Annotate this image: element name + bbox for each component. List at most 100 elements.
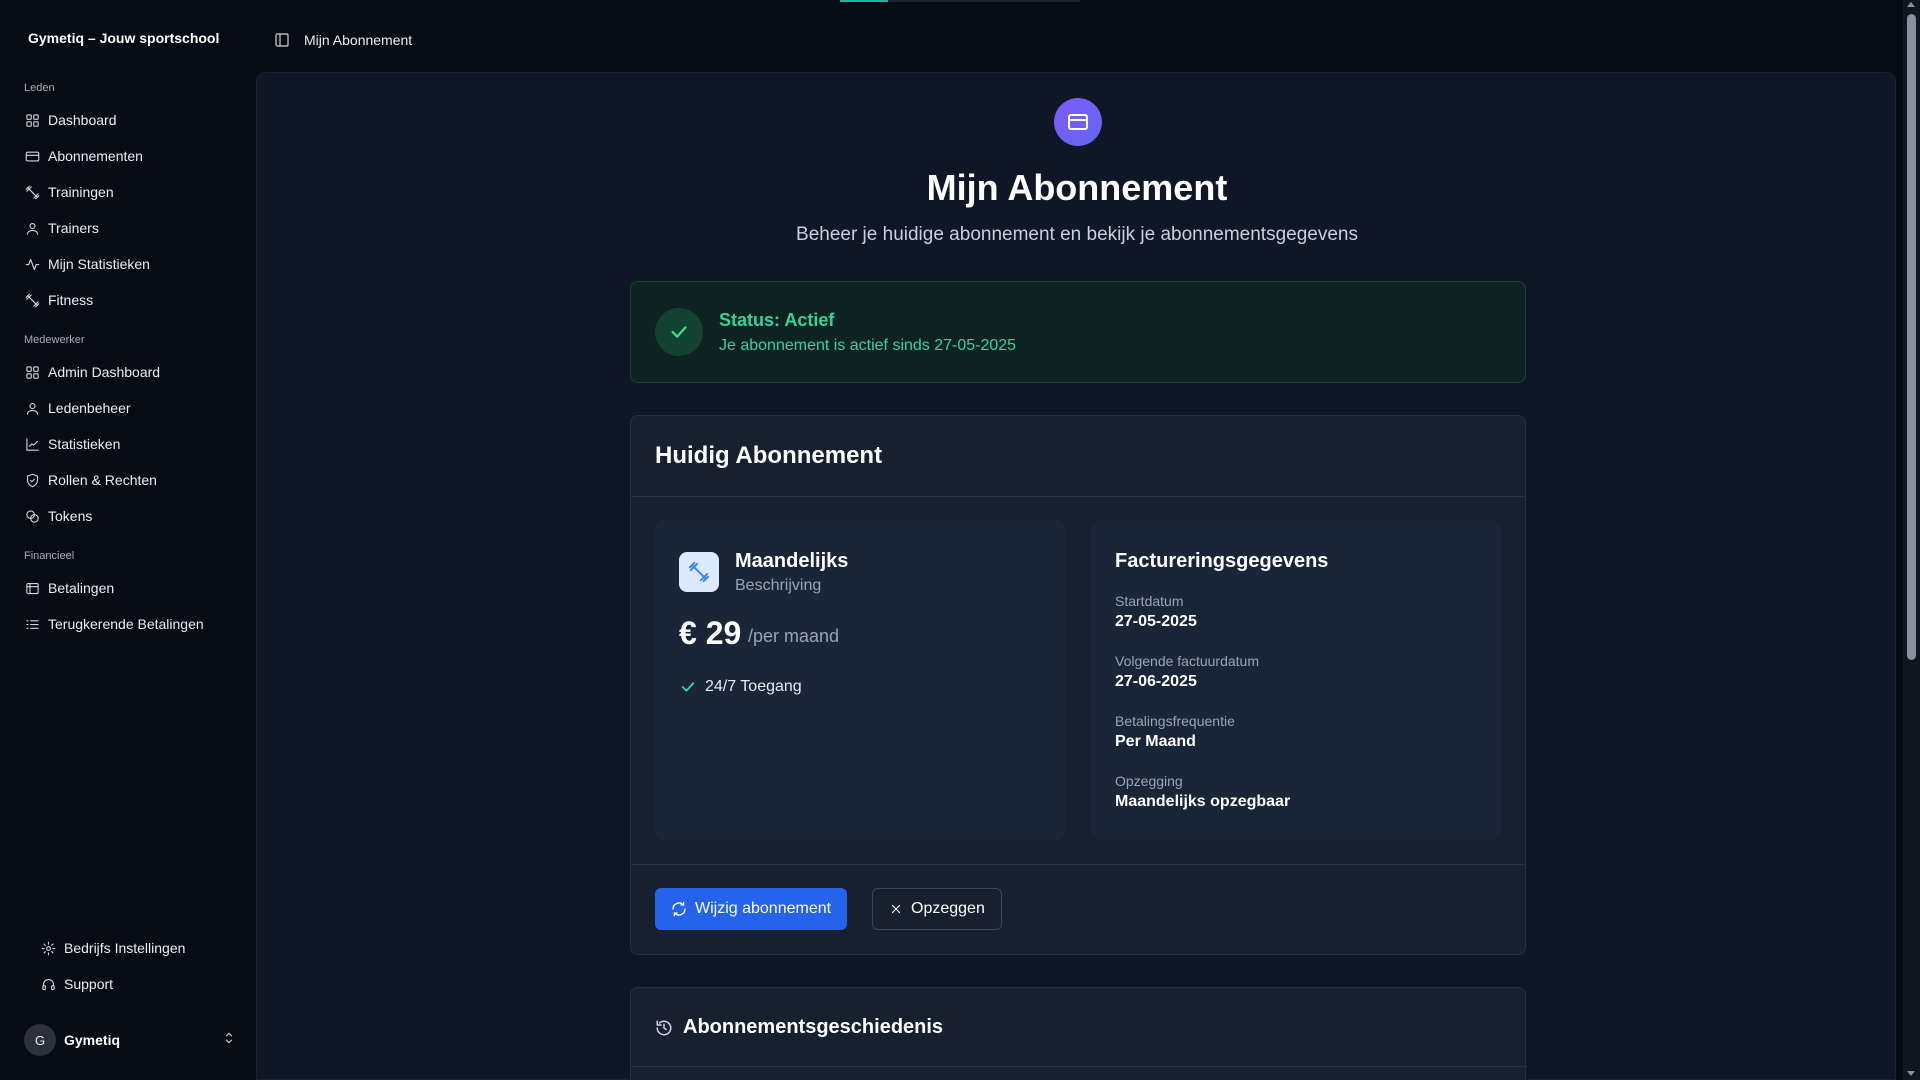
cancel-subscription-button[interactable]: Opzeggen — [872, 888, 1002, 930]
sidebar-item-mijn-statistieken[interactable]: Mijn Statistieken — [16, 248, 244, 280]
sidebar-item-terugkerende-betalingen[interactable]: Terugkerende Betalingen — [16, 608, 244, 640]
billing-box: Factureringsgegevens Startdatum 27-05-20… — [1091, 520, 1501, 840]
sidebar-item-betalingen[interactable]: Betalingen — [16, 572, 244, 604]
history-icon — [656, 1020, 672, 1035]
sidebar-item-ledenbeheer[interactable]: Ledenbeheer — [16, 392, 244, 424]
status-text: Je abonnement is actief sinds 27-05-2025 — [719, 337, 1017, 354]
billing-label-betalingsfrequentie: Betalingsfrequentie — [1115, 713, 1235, 729]
divider — [631, 1066, 1527, 1067]
activity-icon — [24, 256, 40, 272]
scrollbar[interactable] — [1903, 0, 1920, 1080]
plan-description: Beschrijving — [735, 577, 822, 594]
feature-label: 24/7 Toegang — [705, 678, 802, 695]
page-loading-indicator-fill — [840, 0, 888, 2]
sidebar-item-label: Terugkerende Betalingen — [48, 616, 204, 632]
credit-card-icon — [1054, 98, 1102, 146]
page-title: Mijn Abonnement — [926, 167, 1228, 208]
sidebar-item-label: Abonnementen — [48, 148, 143, 164]
plan-name: Maandelijks — [735, 550, 849, 572]
plan-period: /per maand — [748, 626, 840, 646]
sidebar-item-label: Ledenbeheer — [48, 400, 131, 416]
refresh-icon — [672, 901, 686, 917]
shield-icon — [24, 472, 40, 488]
credit-card-icon — [24, 148, 40, 164]
divider — [631, 864, 1525, 865]
avatar: G — [24, 1024, 56, 1056]
grid-icon — [24, 112, 40, 128]
divider — [631, 496, 1525, 497]
sidebar-item-statistieken[interactable]: Statistieken — [16, 428, 244, 460]
user-icon — [24, 220, 40, 236]
sidebar-item-label: Trainers — [48, 220, 99, 236]
breadcrumb: Mijn Abonnement — [304, 32, 413, 48]
sidebar-item-label: Bedrijfs Instellingen — [64, 940, 186, 956]
panel-left-icon — [275, 33, 289, 47]
user-name: Gymetiq — [64, 1032, 121, 1048]
page-subtitle: Beheer je huidige abonnement en bekijk j… — [796, 224, 1358, 245]
card-title: Huidig Abonnement — [655, 442, 883, 469]
brand-title: Gymetiq – Jouw sportschool — [28, 30, 220, 46]
sidebar-group-medewerker: Medewerker — [24, 334, 85, 346]
sidebar-item-label: Trainingen — [48, 184, 114, 200]
scroll-down-icon[interactable] — [1907, 1071, 1915, 1076]
user-icon — [24, 400, 40, 416]
sidebar-group-financieel: Financieel — [24, 550, 75, 562]
sidebar-item-label: Tokens — [48, 508, 93, 524]
check-circle-icon — [655, 308, 703, 356]
sidebar-item-label: Statistieken — [48, 436, 121, 452]
page-loading-indicator — [840, 0, 1080, 2]
sidebar-item-admin-dashboard[interactable]: Admin Dashboard — [16, 356, 244, 388]
billing-label-opzegging: Opzegging — [1115, 773, 1183, 789]
sidebar-item-dashboard[interactable]: Dashboard — [16, 104, 244, 136]
sidebar-item-trainingen[interactable]: Trainingen — [16, 176, 244, 208]
billing-value-startdatum: 27-05-2025 — [1115, 613, 1197, 630]
sidebar-item-label: Dashboard — [48, 112, 117, 128]
change-subscription-button[interactable]: Wijzig abonnement — [655, 888, 848, 930]
sidebar-item-bedrijfs-instellingen[interactable]: Bedrijfs Instellingen — [32, 932, 244, 964]
billing-value-betalingsfrequentie: Per Maand — [1115, 733, 1196, 750]
header: Mijn Abonnement — [256, 22, 412, 58]
sidebar: Gymetiq – Jouw sportschool Leden Dashboa… — [0, 0, 256, 1080]
sidebar-item-label: Admin Dashboard — [48, 364, 161, 380]
wallet-icon — [24, 580, 40, 596]
dumbbell-icon — [24, 292, 40, 308]
user-menu[interactable]: G Gymetiq — [24, 1024, 236, 1056]
billing-label-volgende-factuurdatum: Volgende factuurdatum — [1115, 653, 1259, 669]
history-header: Abonnementsgeschiedenis — [655, 1016, 943, 1039]
gear-icon — [40, 940, 56, 956]
chart-icon — [24, 436, 40, 452]
billing-title: Factureringsgegevens — [1115, 550, 1329, 572]
sidebar-item-rollen-rechten[interactable]: Rollen & Rechten — [16, 464, 244, 496]
change-subscription-label: Wijzig abonnement — [695, 900, 832, 917]
sidebar-item-label: Mijn Statistieken — [48, 256, 150, 272]
sidebar-group-leden: Leden — [24, 82, 55, 94]
history-title: Abonnementsgeschiedenis — [683, 1016, 944, 1038]
check-icon — [681, 682, 695, 692]
sidebar-item-label: Betalingen — [48, 580, 115, 596]
sidebar-item-label: Support — [64, 976, 114, 992]
scroll-up-icon[interactable] — [1907, 2, 1915, 7]
scrollbar-thumb[interactable] — [1907, 14, 1916, 660]
sidebar-item-trainers[interactable]: Trainers — [16, 212, 244, 244]
sidebar-item-label: Fitness — [48, 292, 94, 308]
dumbbell-icon — [24, 184, 40, 200]
subscription-history-card: Abonnementsgeschiedenis — [630, 987, 1527, 1079]
billing-value-opzegging: Maandelijks opzegbaar — [1115, 793, 1291, 810]
cancel-subscription-label: Opzeggen — [911, 900, 985, 917]
billing-value-volgende-factuurdatum: 27-06-2025 — [1115, 673, 1197, 690]
dumbbell-icon — [679, 552, 719, 592]
sidebar-item-support[interactable]: Support — [32, 968, 244, 1000]
sidebar-toggle-button[interactable] — [268, 26, 296, 54]
list-icon — [24, 616, 40, 632]
plan-box: Maandelijks Beschrijving € 29 /per maand… — [655, 520, 1065, 840]
chevron-up-down-icon — [222, 1031, 236, 1050]
main-content: Mijn Abonnement Beheer je huidige abonne… — [256, 72, 1896, 1080]
coins-icon — [24, 508, 40, 524]
sidebar-item-fitness[interactable]: Fitness — [16, 284, 244, 316]
sidebar-item-abonnementen[interactable]: Abonnementen — [16, 140, 244, 172]
close-icon — [891, 904, 901, 914]
billing-label-startdatum: Startdatum — [1115, 593, 1184, 609]
status-card: Status: Actief Je abonnement is actief s… — [630, 281, 1526, 383]
sidebar-item-tokens[interactable]: Tokens — [16, 500, 244, 532]
current-subscription-card: Huidig Abonnement Maandelijks Beschrijvi… — [630, 415, 1526, 955]
